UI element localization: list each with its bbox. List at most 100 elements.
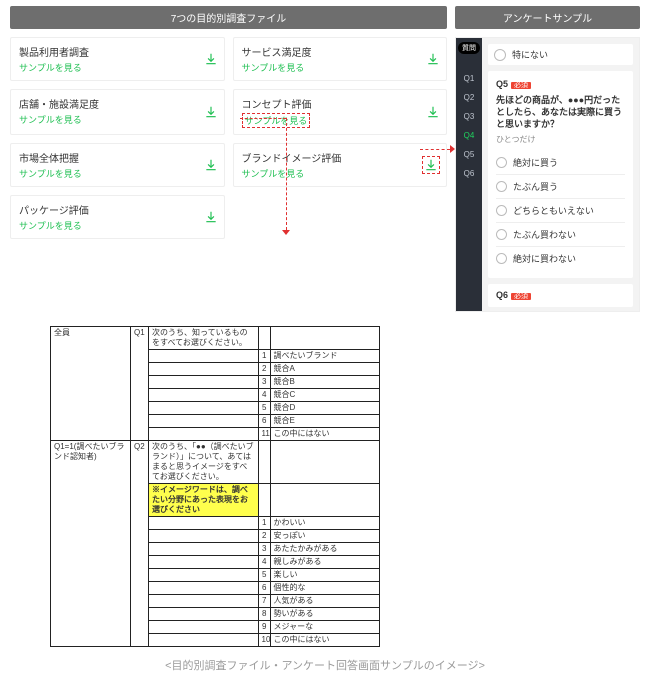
option-row[interactable]: たぶん買う <box>496 174 625 198</box>
radio-icon <box>496 229 507 240</box>
table-cell: 5 <box>258 402 270 415</box>
nav-item[interactable]: Q2 <box>464 93 475 102</box>
table-cell: 1 <box>258 350 270 363</box>
table-cell <box>149 634 259 647</box>
arrow-down-icon <box>282 230 290 235</box>
table-cell <box>149 363 259 376</box>
nav-pill: 質問 <box>458 42 480 54</box>
download-icon[interactable] <box>426 52 440 66</box>
nav-item[interactable]: Q1 <box>464 74 475 83</box>
table-cell <box>149 350 259 363</box>
file-card[interactable]: パッケージ評価サンプルを見る <box>10 195 225 239</box>
download-icon[interactable] <box>204 52 218 66</box>
table-cell: 7 <box>258 595 270 608</box>
table-cell <box>149 530 259 543</box>
nav-item[interactable]: Q5 <box>464 150 475 159</box>
nav-item[interactable]: Q3 <box>464 112 475 121</box>
download-icon[interactable] <box>204 210 218 224</box>
q5-number: Q5 <box>496 79 508 89</box>
table-cell: 全員 <box>51 327 131 441</box>
file-card[interactable]: 店舗・施設満足度サンプルを見る <box>10 89 225 135</box>
table-cell: 競合C <box>270 389 380 402</box>
survey-spec-table-wrap: 全員Q1次のうち、知っているものをすべてお選びください。1調べたいブランド2競合… <box>50 326 640 647</box>
nav-item[interactable]: Q4 <box>464 131 475 140</box>
question-card-q5: Q5必須 先ほどの商品が、●●●円だったとしたら、あなたは実際に買うと思いますか… <box>488 71 633 278</box>
nav-item[interactable]: Q6 <box>464 169 475 178</box>
download-icon[interactable] <box>422 156 440 174</box>
table-cell: ※イメージワードは、調べたい分野にあった表現をお選びください <box>149 484 259 517</box>
table-cell: 11 <box>258 428 270 441</box>
table-cell <box>149 543 259 556</box>
option-row[interactable]: どちらともいえない <box>496 198 625 222</box>
table-cell: 2 <box>258 363 270 376</box>
right-panel-header: アンケートサンプル <box>455 6 640 29</box>
table-cell: 3 <box>258 543 270 556</box>
table-cell <box>270 441 380 484</box>
table-cell: 競合D <box>270 402 380 415</box>
card-title: コンセプト評価 <box>242 96 439 111</box>
sample-link[interactable]: サンプルを見る <box>242 167 305 180</box>
sample-link[interactable]: サンプルを見る <box>19 167 82 180</box>
download-icon[interactable] <box>204 158 218 172</box>
q5-text: 先ほどの商品が、●●●円だったとしたら、あなたは実際に買うと思いますか？ <box>496 94 625 130</box>
download-icon[interactable] <box>426 105 440 119</box>
file-card[interactable]: 市場全体把握サンプルを見る <box>10 143 225 187</box>
card-title: 製品利用者調査 <box>19 44 216 59</box>
table-cell: 勢いがある <box>270 608 380 621</box>
table-cell <box>149 595 259 608</box>
table-cell: Q2 <box>131 441 149 647</box>
table-cell: あたたかみがある <box>270 543 380 556</box>
option-row[interactable]: 絶対に買う <box>496 151 625 174</box>
table-cell <box>149 621 259 634</box>
sample-link[interactable]: サンプルを見る <box>242 61 305 74</box>
radio-icon <box>496 157 507 168</box>
table-cell <box>149 582 259 595</box>
table-cell: 3 <box>258 376 270 389</box>
download-icon[interactable] <box>204 105 218 119</box>
table-cell <box>149 569 259 582</box>
sample-link[interactable]: サンプルを見る <box>19 61 82 74</box>
sample-link[interactable]: サンプルを見る <box>19 219 82 232</box>
table-cell <box>258 484 270 517</box>
table-cell: 競合E <box>270 415 380 428</box>
table-cell: 競合B <box>270 376 380 389</box>
table-cell: 人気がある <box>270 595 380 608</box>
table-cell <box>270 484 380 517</box>
option-row[interactable]: 絶対に買わない <box>496 246 625 270</box>
table-cell: Q1=1(調べたいブランド認知者) <box>51 441 131 647</box>
table-cell: 6 <box>258 582 270 595</box>
table-cell: 4 <box>258 389 270 402</box>
file-card[interactable]: 製品利用者調査サンプルを見る <box>10 37 225 81</box>
table-cell: 4 <box>258 556 270 569</box>
table-cell <box>149 608 259 621</box>
radio-icon <box>496 181 507 192</box>
table-cell: 次のうち、知っているものをすべてお選びください。 <box>149 327 259 350</box>
table-cell <box>270 327 380 350</box>
question-card-q6: Q6必須 <box>488 284 633 307</box>
table-cell <box>149 402 259 415</box>
table-cell <box>258 327 270 350</box>
sample-link[interactable]: サンプルを見る <box>242 113 311 128</box>
table-cell: この中にはない <box>270 428 380 441</box>
file-card[interactable]: コンセプト評価サンプルを見る <box>233 89 448 135</box>
option-row[interactable]: たぶん買わない <box>496 222 625 246</box>
table-cell <box>149 428 259 441</box>
card-title: パッケージ評価 <box>19 202 216 217</box>
file-cards: 製品利用者調査サンプルを見るサービス満足度サンプルを見る店舗・施設満足度サンプル… <box>10 37 447 239</box>
table-cell: 親しみがある <box>270 556 380 569</box>
left-panel-header: 7つの目的別調査ファイル <box>10 6 447 29</box>
radio-icon <box>496 253 507 264</box>
card-title: 市場全体把握 <box>19 150 216 165</box>
q6-number: Q6 <box>496 290 508 300</box>
table-cell <box>149 389 259 402</box>
sample-link[interactable]: サンプルを見る <box>19 113 82 126</box>
table-cell: 8 <box>258 608 270 621</box>
table-cell: 安っぽい <box>270 530 380 543</box>
survey-preview: 質問 Q1Q2Q3Q4Q5Q6 特にない Q5必須 先ほどの商品が、●●●円だっ… <box>455 37 640 312</box>
required-badge: 必須 <box>511 293 531 300</box>
radio-icon <box>496 205 507 216</box>
file-card[interactable]: サービス満足度サンプルを見る <box>233 37 448 81</box>
file-card[interactable]: ブランドイメージ評価サンプルを見る <box>233 143 448 187</box>
prev-option-row[interactable]: 特にない <box>488 44 633 65</box>
caption: <目的別調査ファイル・アンケート回答画面サンプルのイメージ> <box>0 657 650 673</box>
